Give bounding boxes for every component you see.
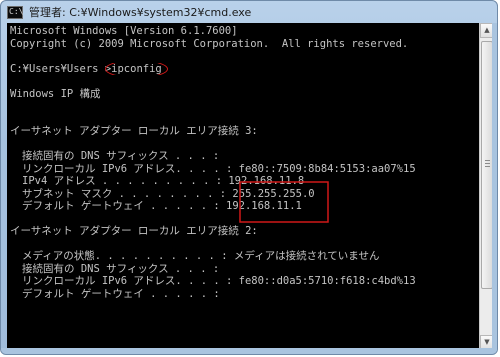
- console-line: リンクローカル IPv6 アドレス. . . . : fe80::7509:8b…: [22, 162, 416, 175]
- adapter-header: イーサネット アダプター ローカル エリア接続 2:: [10, 225, 258, 237]
- grip-line: [485, 166, 490, 167]
- console-line: リンクローカル IPv6 アドレス. . . . : fe80::d0a5:57…: [22, 275, 416, 287]
- grip-line: [485, 160, 490, 161]
- console-line: デフォルト ゲートウェイ . . . . . :: [22, 287, 220, 300]
- window-title: 管理者: C:¥Windows¥system32¥cmd.exe: [29, 6, 252, 19]
- console-line: 接続固有の DNS サフィックス . . . :: [22, 150, 220, 162]
- adapter-header: イーサネット アダプター ローカル エリア接続 3:: [10, 125, 258, 137]
- window-frame-right: [492, 23, 497, 353]
- title-bar[interactable]: C:\ 管理者: C:¥Windows¥system32¥cmd.exe: [1, 1, 497, 23]
- console-line: メディアの状態. . . . . . . . . . : メディアは接続されてい…: [22, 250, 380, 262]
- window-frame-bottom: [1, 348, 497, 354]
- prompt-line: C:¥Users¥Users >ipconfig: [10, 62, 476, 75]
- cmd-icon: C:\: [7, 5, 23, 19]
- console-output[interactable]: Microsoft Windows [Version 6.1.7600] Cop…: [7, 23, 479, 350]
- cmd-window: C:\ 管理者: C:¥Windows¥system32¥cmd.exe Mic…: [0, 0, 498, 355]
- console-line: Microsoft Windows [Version 6.1.7600]: [10, 25, 238, 37]
- prompt: C:¥Users¥Users >: [10, 62, 112, 75]
- console-line: IPv4 アドレス . . . . . . . . . : 192.168.11…: [22, 175, 305, 187]
- console-line: Copyright (c) 2009 Microsoft Corporation…: [10, 37, 409, 50]
- console-line: サブネット マスク . . . . . . . . : 255.255.255.…: [22, 187, 315, 200]
- console-line: 接続固有の DNS サフィックス . . . :: [22, 262, 220, 275]
- console-line: デフォルト ゲートウェイ . . . . . : 192.168.11.1: [22, 200, 302, 212]
- console-line: Windows IP 構成: [10, 87, 101, 100]
- grip-line: [485, 163, 490, 164]
- command-text: ipconfig: [105, 62, 168, 75]
